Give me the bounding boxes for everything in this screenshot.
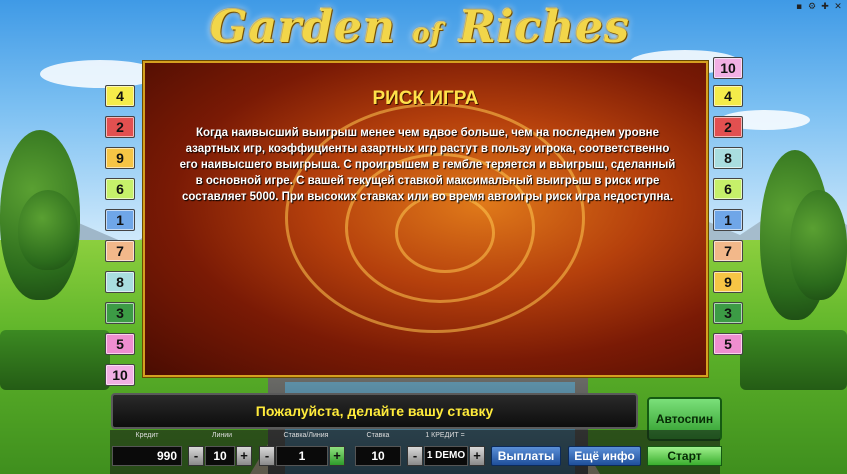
line-indicator[interactable]: 4 — [713, 85, 743, 107]
lines-minus-button[interactable]: - — [188, 446, 204, 466]
bet-per-line-plus-button[interactable]: + — [329, 446, 345, 466]
fullscreen-icon[interactable]: ✚ — [820, 2, 830, 12]
line-indicator[interactable]: 2 — [713, 116, 743, 138]
cloud — [40, 60, 160, 88]
logo-word: Garden — [210, 2, 397, 53]
lines-display: 10 — [205, 446, 235, 466]
line-indicator[interactable]: 6 — [713, 178, 743, 200]
line-indicator[interactable]: 8 — [105, 271, 135, 293]
line-indicator[interactable]: 1 — [105, 209, 135, 231]
game-logo: Garden of Riches — [210, 2, 629, 62]
line-indicator[interactable]: 10 — [713, 57, 743, 79]
line-indicator[interactable]: 9 — [105, 147, 135, 169]
payouts-button[interactable]: Выплаты — [491, 446, 561, 466]
line-indicator[interactable]: 7 — [713, 240, 743, 262]
hedge — [0, 330, 110, 390]
line-indicator[interactable]: 8 — [713, 147, 743, 169]
credit-label: Кредит — [135, 432, 159, 439]
line-indicator[interactable]: 5 — [105, 333, 135, 355]
tree — [790, 190, 847, 300]
more-info-button[interactable]: Ещё инфо — [568, 446, 641, 466]
close-icon[interactable]: ✕ — [833, 2, 843, 12]
tree — [18, 190, 78, 270]
minimize-icon[interactable]: ▪ — [794, 2, 804, 12]
start-button[interactable]: Старт — [647, 446, 722, 466]
credit-rate-display: 1 DEMO — [424, 446, 468, 466]
credit-rate-minus-button[interactable]: - — [407, 446, 423, 466]
credit-rate-plus-button[interactable]: + — [469, 446, 485, 466]
line-indicator[interactable]: 4 — [105, 85, 135, 107]
bet-label: Ставка — [366, 432, 390, 439]
line-indicator[interactable]: 3 — [713, 302, 743, 324]
message-bar: Пожалуйста, делайте вашу ставку — [111, 393, 638, 429]
bet-per-line-minus-button[interactable]: - — [259, 446, 275, 466]
window-controls: ▪ ⚙ ✚ ✕ — [794, 2, 843, 12]
settings-icon[interactable]: ⚙ — [807, 2, 817, 12]
line-indicator[interactable]: 6 — [105, 178, 135, 200]
lines-plus-button[interactable]: + — [236, 446, 252, 466]
credit-display: 990 — [112, 446, 182, 466]
bet-display: 10 — [355, 446, 401, 466]
line-indicator[interactable]: 9 — [713, 271, 743, 293]
paytable-title: РИСК ИГРА — [372, 88, 479, 109]
line-indicator[interactable]: 7 — [105, 240, 135, 262]
line-indicator[interactable]: 3 — [105, 302, 135, 324]
paytable-text: Когда наивысший выигрыш менее чем вдвое … — [179, 127, 676, 203]
line-indicator[interactable]: 1 — [713, 209, 743, 231]
lines-label: Линии — [211, 432, 233, 439]
logo-word: Riches — [459, 2, 631, 53]
paytable-panel: РИСК ИГРА Когда наивысший выигрыш менее … — [143, 61, 708, 377]
rose-petal — [395, 193, 495, 273]
credit-rate-label: 1 КРЕДИТ = — [425, 432, 465, 439]
logo-word: of — [412, 19, 443, 49]
line-indicator[interactable]: 2 — [105, 116, 135, 138]
line-indicator[interactable]: 5 — [713, 333, 743, 355]
hedge — [740, 330, 847, 390]
bet-per-line-display: 1 — [276, 446, 328, 466]
bet-per-line-label: Ставка/Линия — [283, 432, 329, 439]
line-indicator[interactable]: 10 — [105, 364, 135, 386]
